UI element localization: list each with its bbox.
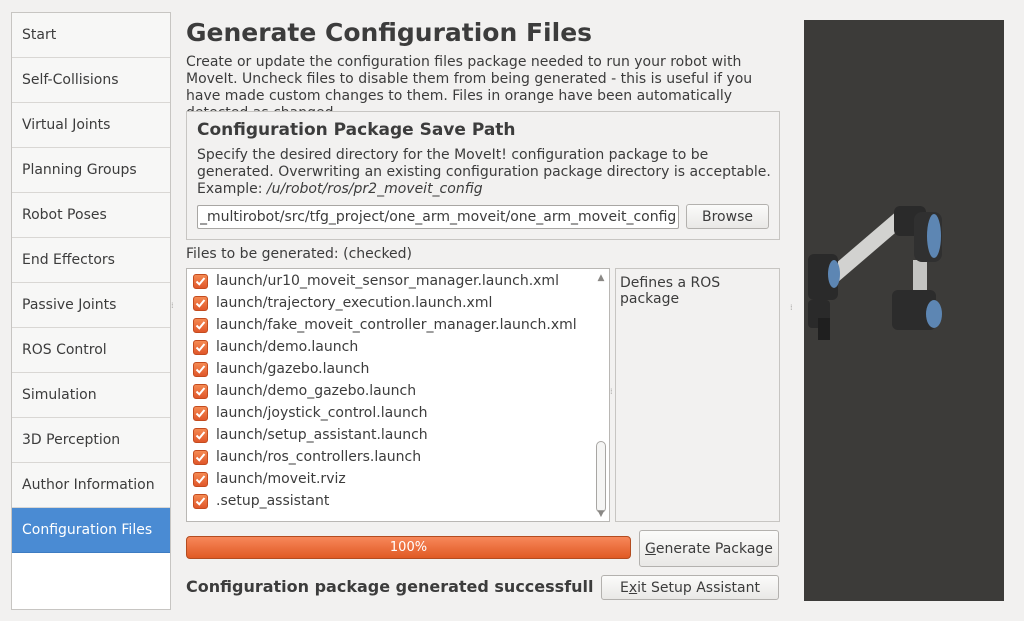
sidebar-splitter-handle[interactable]: ⁞ [171, 302, 174, 310]
check-icon [195, 408, 206, 418]
file-checkbox[interactable] [193, 317, 208, 333]
file-name: launch/ur10_moveit_sensor_manager.launch… [216, 273, 559, 289]
file-name: launch/joystick_control.launch [216, 405, 428, 421]
file-checkbox[interactable] [193, 427, 208, 443]
file-name: launch/demo_gazebo.launch [216, 383, 417, 399]
save-path-group: Configuration Package Save Path Specify … [186, 111, 780, 240]
sidebar-item-configuration-files[interactable]: Configuration Files [12, 508, 170, 553]
sidebar-item-simulation[interactable]: Simulation [12, 373, 170, 418]
file-row[interactable]: launch/ur10_moveit_sensor_manager.launch… [193, 270, 559, 292]
progress-bar: 100% [186, 536, 631, 559]
file-row[interactable]: launch/demo.launch [193, 336, 358, 358]
file-name: launch/gazebo.launch [216, 361, 370, 377]
robot-3d-viewer[interactable] [804, 20, 1004, 601]
file-name: .setup_assistant [216, 493, 330, 509]
check-icon [195, 364, 206, 374]
check-icon [195, 276, 206, 286]
generate-label: enerate Package [655, 540, 773, 557]
files-splitter-handle[interactable]: ⁞ [610, 388, 613, 396]
sidebar-item-3d-perception[interactable]: 3D Perception [12, 418, 170, 463]
exit-label-prefix: E [620, 579, 629, 596]
sidebar-item-self-collisions[interactable]: Self-Collisions [12, 58, 170, 103]
robot-base-cap [926, 300, 942, 328]
file-checkbox[interactable] [193, 383, 208, 399]
file-row[interactable]: .setup_assistant [193, 490, 329, 512]
file-name: launch/moveit.rviz [216, 471, 346, 487]
sidebar-item-planning-groups[interactable]: Planning Groups [12, 148, 170, 193]
file-row[interactable]: launch/trajectory_execution.launch.xml [193, 292, 492, 314]
file-checkbox[interactable] [193, 493, 208, 509]
chevron-down-icon[interactable]: ▼ [596, 509, 606, 519]
file-row[interactable]: launch/setup_assistant.launch [193, 424, 428, 446]
sidebar-item-passive-joints[interactable]: Passive Joints [12, 283, 170, 328]
sidebar-item-robot-poses[interactable]: Robot Poses [12, 193, 170, 238]
check-icon [195, 474, 206, 484]
file-row[interactable]: launch/demo_gazebo.launch [193, 380, 416, 402]
browse-button[interactable]: Browse [686, 204, 769, 229]
file-name: launch/setup_assistant.launch [216, 427, 428, 443]
exit-setup-assistant-button[interactable]: Ex it Setup Assistant [601, 575, 779, 600]
save-path-example: /u/robot/ros/pr2_moveit_config [266, 181, 483, 197]
save-path-title: Configuration Package Save Path [197, 120, 516, 140]
check-icon [195, 342, 206, 352]
page-title: Generate Configuration Files [186, 18, 593, 47]
viewer-splitter-handle[interactable]: ⁞ [790, 304, 793, 312]
file-row[interactable]: launch/joystick_control.launch [193, 402, 427, 424]
generate-mnemonic: G [645, 540, 656, 557]
file-checkbox[interactable] [193, 295, 208, 311]
exit-mnemonic: x [628, 579, 638, 596]
wizard-sidebar: Start Self-Collisions Virtual Joints Planni… [11, 12, 171, 610]
check-icon [195, 496, 206, 506]
file-checkbox[interactable] [193, 405, 208, 421]
sidebar-item-virtual-joints[interactable]: Virtual Joints [12, 103, 170, 148]
file-description-panel: Defines a ROS package [615, 268, 780, 522]
check-icon [195, 386, 206, 396]
check-icon [195, 430, 206, 440]
generate-package-button[interactable]: Generate Package [639, 530, 779, 567]
chevron-up-icon[interactable]: ▲ [596, 273, 606, 283]
file-row[interactable]: launch/fake_moveit_controller_manager.la… [193, 314, 577, 336]
exit-label: it Setup Assistant [637, 579, 760, 596]
file-row[interactable]: launch/ros_controllers.launch [193, 446, 421, 468]
file-name: launch/ros_controllers.launch [216, 449, 422, 465]
save-path-description: Specify the desired directory for the Mo… [197, 147, 773, 198]
file-row[interactable]: launch/moveit.rviz [193, 468, 346, 490]
robot-elbow-cap [927, 214, 941, 258]
file-name: launch/trajectory_execution.launch.xml [216, 295, 493, 311]
main-panel: Generate Configuration Files Create or u… [186, 16, 780, 122]
file-checkbox[interactable] [193, 449, 208, 465]
file-checkbox[interactable] [193, 471, 208, 487]
robot-gripper [818, 318, 830, 340]
file-name: launch/fake_moveit_controller_manager.la… [216, 317, 577, 333]
check-icon [195, 298, 206, 308]
sidebar-item-ros-control[interactable]: ROS Control [12, 328, 170, 373]
files-scrollbar[interactable]: ▲ ▼ [595, 271, 607, 519]
check-icon [195, 452, 206, 462]
check-icon [195, 320, 206, 330]
file-checkbox[interactable] [193, 339, 208, 355]
robot-arm-render [808, 206, 942, 340]
sidebar-item-start[interactable]: Start [12, 13, 170, 58]
file-checkbox[interactable] [193, 361, 208, 377]
file-checkbox[interactable] [193, 273, 208, 289]
file-row[interactable]: launch/gazebo.launch [193, 358, 369, 380]
scrollbar-thumb[interactable] [596, 441, 606, 513]
robot-shoulder-cap [828, 260, 840, 288]
sidebar-item-end-effectors[interactable]: End Effectors [12, 238, 170, 283]
status-message: Configuration package generated successf… [186, 577, 594, 596]
save-path-input[interactable] [197, 205, 679, 229]
sidebar-item-author-information[interactable]: Author Information [12, 463, 170, 508]
file-name: launch/demo.launch [216, 339, 359, 355]
files-list: ▲ ▼ launch/ur10_moveit_sensor_manager.la… [186, 268, 610, 522]
files-label: Files to be generated: (checked) [186, 246, 413, 262]
progress-label: 100% [389, 540, 428, 555]
